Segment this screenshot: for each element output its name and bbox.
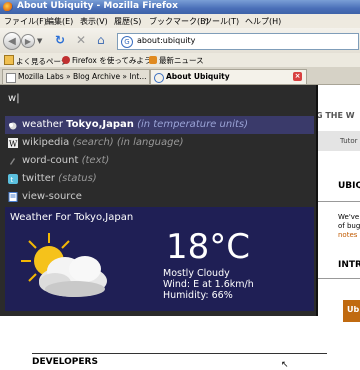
weather-humidity: Humidity: 66% <box>163 290 233 301</box>
weather-details: Mostly Cloudy Wind: E at 1.6km/h Humidit… <box>163 268 254 301</box>
suggestion-word-count[interactable]: word-count (text) <box>5 152 314 170</box>
tab-label: About Ubiquity <box>166 72 230 81</box>
weather-wind: Wind: E at 1.6km/h <box>163 279 254 290</box>
notes-link[interactable]: notes <box>338 231 360 240</box>
suggestion-weather[interactable]: weather Tokyo,Japan (in temperature unit… <box>5 116 314 134</box>
forward-button[interactable]: ▶ <box>21 34 35 48</box>
section-heading-ubiquity: UBIQ <box>338 181 360 191</box>
menu-bookmarks[interactable]: ブックマーク(B) <box>149 16 209 27</box>
rss-icon <box>149 56 157 64</box>
wikipedia-icon: W <box>8 138 18 148</box>
window-titlebar: About Ubiquity - Mozilla Firefox <box>0 0 360 14</box>
ubiquity-tab-icon <box>154 73 164 83</box>
folder-icon <box>4 55 14 65</box>
bookmark-getting-started[interactable]: Firefox を使ってみよう <box>62 55 151 66</box>
mouse-cursor-icon: ↖ <box>281 360 289 370</box>
forward-arrow-icon: ▶ <box>24 36 32 46</box>
page-icon <box>6 73 16 83</box>
stop-icon[interactable]: ✕ <box>76 33 86 47</box>
reload-icon[interactable]: ↻ <box>55 33 65 47</box>
weather-preview: Weather For Tokyo,Japan 18°C Mostly Clou… <box>5 207 314 311</box>
window-title: About Ubiquity - Mozilla Firefox <box>17 1 178 11</box>
section-heading-intro: INTR <box>338 260 360 270</box>
weather-icon <box>9 122 17 130</box>
firefox-icon <box>3 2 13 12</box>
menu-file[interactable]: ファイル(F) <box>4 16 47 27</box>
divider <box>32 353 327 354</box>
address-url: about:ubiquity <box>137 36 196 45</box>
suggestion-list: weather Tokyo,Japan (in temperature unit… <box>5 116 314 206</box>
bookmark-latest-news[interactable]: 最新ニュース <box>149 55 204 66</box>
close-tab-icon[interactable]: × <box>293 72 302 81</box>
divider <box>316 278 360 279</box>
address-bar[interactable]: G about:ubiquity <box>117 33 359 50</box>
navigation-toolbar: ◀ ▶ ▼ ↻ ✕ ⌂ G about:ubiquity <box>0 28 360 53</box>
page-nav-band: Tutor <box>316 131 360 151</box>
section-paragraph: We've of bug notes <box>338 213 360 240</box>
ubiquity-command-input[interactable]: w| <box>8 93 20 104</box>
ubiquity-install-button[interactable]: Ub <box>343 300 360 322</box>
menu-history[interactable]: 履歴(S) <box>114 16 141 27</box>
partly-cloudy-icon <box>21 233 107 297</box>
ubiquity-panel: w| weather Tokyo,Japan (in temperature u… <box>0 85 318 316</box>
tab-about-ubiquity[interactable]: About Ubiquity × <box>150 69 307 84</box>
tab-strip: Mozilla Labs » Blog Archive » Int... Abo… <box>0 67 360 85</box>
menu-help[interactable]: ヘルプ(H) <box>245 16 281 27</box>
page-banner-text: G THE W <box>316 111 355 120</box>
bookmarks-toolbar: よく見るページ Firefox を使ってみよう 最新ニュース <box>0 53 360 67</box>
word-count-icon <box>10 158 15 165</box>
twitter-icon: t <box>8 174 18 184</box>
home-icon[interactable]: ⌂ <box>97 33 105 47</box>
site-favicon: G <box>121 36 133 48</box>
back-arrow-icon: ◀ <box>8 35 16 47</box>
back-button[interactable]: ◀ <box>3 32 21 50</box>
bookmark-most-visited[interactable]: よく見るページ <box>4 55 68 67</box>
temperature-value: 18°C <box>166 227 251 267</box>
tab-mozilla-labs[interactable]: Mozilla Labs » Blog Archive » Int... <box>2 69 150 84</box>
menu-tools[interactable]: ツール(T) <box>204 16 239 27</box>
tab-label: Mozilla Labs » Blog Archive » Int... <box>18 72 147 81</box>
suggestion-view-source[interactable]: view-source <box>5 188 314 206</box>
menu-bar: ファイル(F) 編集(E) 表示(V) 履歴(S) ブックマーク(B) ツール(… <box>0 14 360 28</box>
view-source-icon <box>8 192 18 202</box>
svg-text:t: t <box>11 176 14 184</box>
suggestion-wikipedia[interactable]: W wikipedia (search) (in language) <box>5 134 314 152</box>
history-dropdown-icon[interactable]: ▼ <box>37 37 42 45</box>
tutorial-link[interactable]: Tutor <box>340 137 358 145</box>
suggestion-twitter[interactable]: t twitter (status) <box>5 170 314 188</box>
divider <box>316 201 360 202</box>
weather-condition: Mostly Cloudy <box>163 268 230 279</box>
menu-view[interactable]: 表示(V) <box>80 16 108 27</box>
svg-text:W: W <box>9 140 18 149</box>
menu-edit[interactable]: 編集(E) <box>46 16 73 27</box>
preview-title: Weather For Tokyo,Japan <box>10 212 134 223</box>
firefox-bookmark-icon <box>62 56 70 64</box>
